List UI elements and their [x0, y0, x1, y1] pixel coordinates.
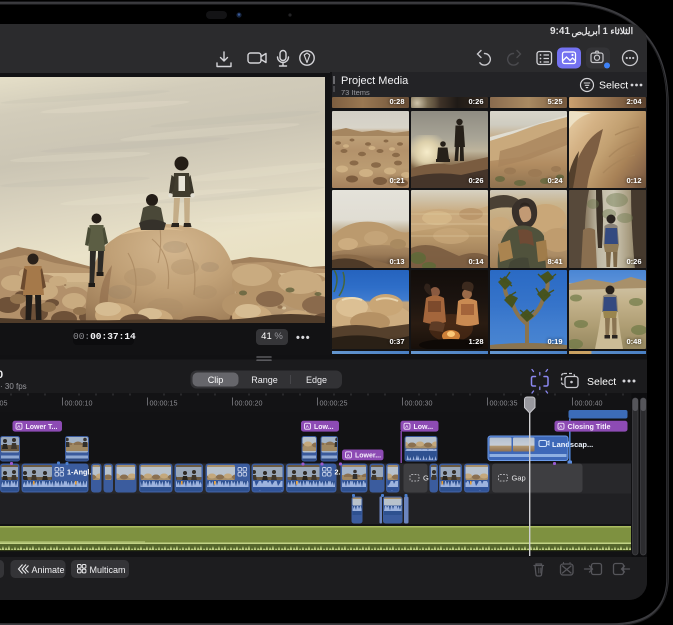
svg-text:Gap: Gap	[512, 474, 526, 483]
svg-text:00:00:20: 00:00:20	[235, 399, 263, 408]
svg-text:Low...: Low...	[414, 424, 434, 431]
svg-text:Landscap...: Landscap...	[552, 440, 593, 449]
svg-text:0: 0	[0, 369, 3, 381]
svg-text:00:00:30: 00:00:30	[405, 399, 433, 408]
svg-text:Lower T...: Lower T...	[26, 424, 58, 431]
svg-text:Multicam: Multicam	[90, 565, 126, 575]
svg-text:Select: Select	[587, 376, 616, 388]
svg-text:00:00:10: 00:00:10	[65, 399, 93, 408]
svg-text:Range: Range	[251, 375, 278, 385]
svg-text:Lower...: Lower...	[355, 453, 381, 460]
svg-text:Closing Title: Closing Title	[568, 422, 611, 431]
svg-text:Edge: Edge	[306, 375, 327, 385]
svg-text:00:00:05: 00:00:05	[0, 399, 7, 408]
svg-text:00:00:35: 00:00:35	[490, 399, 518, 408]
svg-text:Animate: Animate	[32, 565, 65, 575]
svg-text:00:00:40: 00:00:40	[575, 399, 603, 408]
svg-text:00:00:15: 00:00:15	[150, 399, 178, 408]
svg-text:00:00:25: 00:00:25	[320, 399, 348, 408]
svg-text:· 30 fps: · 30 fps	[0, 382, 27, 391]
svg-text:Low...: Low...	[314, 424, 334, 431]
svg-text:G: G	[423, 474, 429, 483]
svg-text:Select: Select	[599, 80, 628, 92]
svg-text:Clip: Clip	[208, 375, 224, 385]
